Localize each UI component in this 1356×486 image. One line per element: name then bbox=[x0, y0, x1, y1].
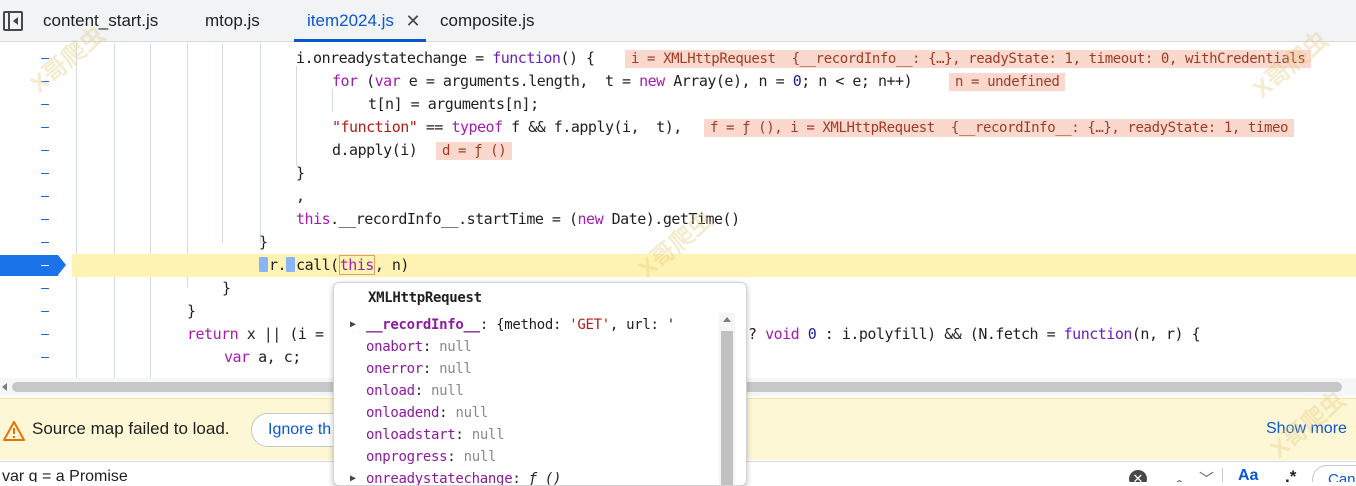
property-value: null bbox=[431, 383, 464, 399]
code-text: d.apply(i) bbox=[332, 141, 418, 159]
inline-value: d = ƒ () bbox=[436, 142, 513, 160]
property-row[interactable]: ▶ onreadystatechange: ƒ () bbox=[334, 468, 718, 486]
next-match-icon[interactable]: ﹀ bbox=[1199, 468, 1214, 482]
sidebar-toggle-icon[interactable] bbox=[3, 11, 23, 31]
property-key: onreadystatechange bbox=[366, 471, 513, 486]
breakpoint-gutter-mark[interactable]: – bbox=[39, 116, 51, 139]
tab-item2024-js[interactable]: item2024.js bbox=[307, 0, 394, 42]
breakpoint-gutter-mark[interactable]: – bbox=[39, 346, 51, 369]
warning-message: Source map failed to load. bbox=[32, 419, 230, 438]
code-text: r. call(this, n) bbox=[259, 254, 409, 277]
code-line: – } bbox=[0, 231, 1356, 254]
inline-breakpoint-icon[interactable] bbox=[259, 257, 268, 272]
inline-breakpoint-icon[interactable] bbox=[286, 257, 296, 272]
tab-composite-js[interactable]: composite.js bbox=[440, 0, 534, 42]
object-preview-popover[interactable]: XMLHttpRequest ▶ __recordInfo__: {method… bbox=[333, 282, 747, 486]
inline-value: i = XMLHttpRequest {__recordInfo__: {…},… bbox=[625, 50, 1312, 68]
breakpoint-gutter-mark[interactable]: – bbox=[39, 70, 51, 93]
expand-triangle-icon[interactable]: ▶ bbox=[350, 468, 356, 485]
property-row[interactable]: onloadstart: null bbox=[334, 424, 718, 446]
tab-content-start-js[interactable]: content_start.js bbox=[43, 0, 158, 42]
property-key: onerror bbox=[366, 361, 423, 377]
breakpoint-gutter-mark[interactable]: – bbox=[39, 208, 51, 231]
code-text: ? void 0 : i.polyfill) && (N.fetch = fun… bbox=[748, 325, 1201, 343]
property-value: null bbox=[439, 361, 472, 377]
match-case-toggle[interactable]: Aa bbox=[1238, 467, 1258, 482]
property-row[interactable]: onload: null bbox=[334, 380, 718, 402]
editor-tab-bar: content_start.js mtop.js item2024.js ✕ c… bbox=[0, 0, 1356, 42]
property-key: onabort bbox=[366, 339, 423, 355]
expand-triangle-icon[interactable]: ▶ bbox=[350, 314, 356, 336]
inline-value: f = ƒ (), i = XMLHttpRequest {__recordIn… bbox=[704, 119, 1295, 137]
code-text: } bbox=[296, 164, 305, 182]
breakpoint-gutter-mark[interactable]: – bbox=[39, 139, 51, 162]
scroll-up-icon[interactable] bbox=[723, 317, 731, 322]
hovered-token[interactable]: this bbox=[338, 255, 375, 275]
search-input[interactable]: var g = a Promise bbox=[2, 468, 128, 482]
code-text: var a, c; bbox=[224, 348, 301, 366]
property-value: null bbox=[471, 427, 505, 443]
code-text: } bbox=[222, 279, 231, 297]
breakpoint-gutter-mark[interactable]: – bbox=[39, 185, 51, 208]
code-line: – } bbox=[0, 162, 1356, 185]
clear-search-icon[interactable]: ✕ bbox=[1129, 470, 1147, 482]
code-text: t[n] = arguments[n]; bbox=[368, 95, 539, 113]
tab-mtop-js[interactable]: mtop.js bbox=[205, 0, 260, 42]
property-value: ƒ () bbox=[528, 471, 562, 486]
inline-value: n = undefined bbox=[949, 73, 1066, 91]
code-line: – for (var e = arguments.length, t = new… bbox=[0, 70, 1356, 93]
code-text: , bbox=[296, 187, 305, 205]
code-line: – "function" == typeof f && f.apply(i, t… bbox=[0, 116, 1356, 139]
breakpoint-gutter-mark[interactable]: – bbox=[39, 162, 51, 185]
popover-scrollbar[interactable] bbox=[719, 313, 735, 485]
close-tab-icon[interactable]: ✕ bbox=[405, 12, 421, 30]
active-tab-indicator bbox=[294, 39, 426, 42]
scroll-left-icon[interactable] bbox=[2, 383, 7, 391]
breakpoint-gutter-mark[interactable]: – bbox=[39, 93, 51, 116]
breakpoint-gutter-mark[interactable]: – bbox=[39, 47, 51, 70]
code-line: – d.apply(i) d = ƒ () bbox=[0, 139, 1356, 162]
property-row[interactable]: onabort: null bbox=[334, 336, 718, 358]
code-text: } bbox=[187, 302, 196, 320]
property-key: __recordInfo__ bbox=[366, 317, 480, 333]
previous-match-icon[interactable]: ︿ bbox=[1172, 468, 1187, 482]
property-row[interactable]: onprogress: null bbox=[334, 446, 718, 468]
code-text: i.onreadystatechange = function() { bbox=[296, 49, 595, 67]
property-key: onload bbox=[366, 383, 415, 399]
scrollbar-thumb[interactable] bbox=[721, 331, 733, 485]
cancel-button[interactable]: Cancel bbox=[1312, 465, 1356, 482]
divider bbox=[1222, 468, 1223, 482]
code-line: – , bbox=[0, 185, 1356, 208]
breakpoint-gutter-mark[interactable]: – bbox=[39, 277, 51, 300]
property-key: onloadstart bbox=[366, 427, 456, 443]
breakpoint-gutter-mark[interactable]: – bbox=[39, 231, 51, 254]
code-text: "function" == typeof f && f.apply(i, t), bbox=[332, 118, 682, 136]
regex-toggle[interactable]: .* bbox=[1285, 467, 1296, 482]
code-text: this.__recordInfo__.startTime = (new Dat… bbox=[296, 210, 740, 228]
property-value: null bbox=[455, 405, 488, 421]
code-line: – t[n] = arguments[n]; bbox=[0, 93, 1356, 116]
show-more-link[interactable]: Show more bbox=[1266, 420, 1347, 438]
breakpoint-gutter-mark[interactable]: – bbox=[39, 323, 51, 346]
property-row[interactable]: onerror: null bbox=[334, 358, 718, 380]
breakpoint-gutter-mark[interactable]: – bbox=[39, 254, 51, 277]
property-key: onloadend bbox=[366, 405, 440, 421]
property-row[interactable]: onloadend: null bbox=[334, 402, 718, 424]
warning-icon bbox=[3, 421, 25, 441]
property-row[interactable]: ▶ __recordInfo__: {method: 'GET', url: ' bbox=[334, 314, 718, 336]
code-text: for (var e = arguments.length, t = new A… bbox=[332, 72, 913, 90]
code-text: return x || (i = bbox=[187, 325, 324, 343]
code-line: – this.__recordInfo__.startTime = (new D… bbox=[0, 208, 1356, 231]
code-line: – i.onreadystatechange = function() { i … bbox=[0, 47, 1356, 70]
code-text: } bbox=[259, 233, 268, 251]
property-key: onprogress bbox=[366, 449, 448, 465]
code-line-paused: – r. call(this, n) bbox=[0, 254, 1356, 277]
property-value: null bbox=[463, 449, 497, 465]
breakpoint-gutter-mark[interactable]: – bbox=[39, 300, 51, 323]
popover-title: XMLHttpRequest bbox=[368, 290, 482, 306]
property-value: null bbox=[439, 339, 472, 355]
